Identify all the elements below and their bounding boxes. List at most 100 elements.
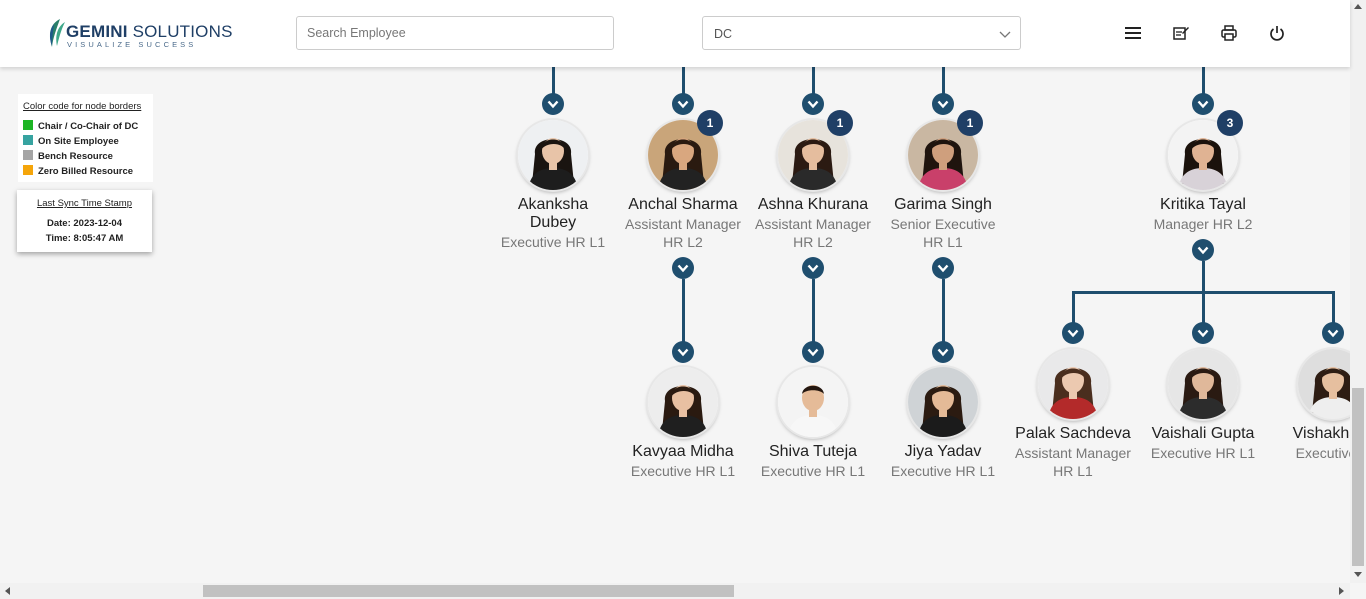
brand-tagline: VISUALIZE SUCCESS [67, 40, 197, 49]
employee-name[interactable]: Vishakha S [1268, 425, 1350, 443]
scroll-down-arrow[interactable] [1354, 572, 1362, 577]
employee-designation: Executive HR L1 [760, 463, 866, 479]
chevron-down-icon [1067, 329, 1079, 338]
employee-name[interactable]: Ashna Khurana [748, 196, 878, 214]
expand-toggle[interactable] [802, 341, 824, 363]
chevron-down-icon [1197, 329, 1209, 338]
employee-name[interactable]: Garima Singh [878, 196, 1008, 214]
expand-toggle[interactable] [932, 257, 954, 279]
expand-toggle[interactable] [1192, 239, 1214, 261]
employee-photo [908, 367, 978, 437]
employee-designation: HR L1 [1053, 463, 1093, 479]
employee-name[interactable]: Kavyaa Midha [618, 443, 748, 461]
employee-name[interactable]: Dubey [488, 214, 618, 232]
employee-photo [1298, 349, 1350, 419]
expand-toggle[interactable] [1192, 93, 1214, 115]
employee-avatar[interactable] [908, 367, 978, 437]
employee-name[interactable]: Palak Sachdeva [1008, 425, 1138, 443]
chevron-down-icon [999, 31, 1011, 38]
brand-name: GEMINI SOLUTIONS [66, 22, 233, 41]
scroll-up-arrow[interactable] [1354, 4, 1362, 9]
expand-toggle[interactable] [1062, 322, 1084, 344]
employee-designation: Executive HR L1 [630, 463, 736, 479]
chevron-down-icon [677, 100, 689, 109]
expand-toggle[interactable] [672, 341, 694, 363]
subordinate-count-badge[interactable]: 3 [1217, 110, 1243, 136]
org-chart[interactable]: Akanksha Dubey Executive HR L1 1 Anchal Shar… [0, 67, 1350, 583]
chevron-down-icon [937, 264, 949, 273]
connector-line [1071, 292, 1075, 326]
print-icon[interactable] [1220, 24, 1238, 42]
employee-designation: Executive HR L1 [500, 234, 606, 250]
employee-designation: HR L1 [923, 234, 963, 250]
expand-toggle[interactable] [932, 93, 954, 115]
expand-toggle[interactable] [542, 93, 564, 115]
edit-note-icon[interactable] [1172, 24, 1190, 42]
chevron-down-icon [807, 100, 819, 109]
expand-toggle[interactable] [802, 257, 824, 279]
employee-name[interactable]: Vaishali Gupta [1138, 425, 1268, 443]
employee-designation: HR L2 [793, 234, 833, 250]
employee-avatar[interactable] [518, 120, 588, 190]
search-employee-input[interactable] [296, 16, 614, 50]
chevron-down-icon [807, 264, 819, 273]
employee-photo [1168, 349, 1238, 419]
employee-designation: Manager HR L2 [1153, 216, 1253, 232]
connector-line [1201, 292, 1205, 326]
subordinate-count-badge[interactable]: 1 [827, 110, 853, 136]
employee-name[interactable]: Anchal Sharma [618, 196, 748, 214]
subordinate-count-badge[interactable]: 1 [697, 110, 723, 136]
chevron-down-icon [937, 348, 949, 357]
top-header: GEMINI SOLUTIONS VISUALIZE SUCCESS DC [0, 0, 1350, 67]
power-icon[interactable] [1268, 24, 1286, 42]
employee-photo [778, 367, 848, 437]
employee-avatar[interactable] [1038, 349, 1108, 419]
chevron-down-icon [1197, 100, 1209, 109]
horizontal-scroll-thumb[interactable] [203, 585, 734, 597]
dc-select-value: DC [714, 27, 733, 41]
scroll-right-arrow[interactable] [1339, 587, 1344, 595]
employee-avatar[interactable] [1168, 349, 1238, 419]
subordinate-count-badge[interactable]: 1 [957, 110, 983, 136]
employee-designation: Senior Executive [890, 216, 996, 232]
vertical-scroll-thumb[interactable] [1352, 388, 1364, 566]
chevron-down-icon [937, 100, 949, 109]
connector-line [941, 279, 945, 345]
expand-toggle[interactable] [1322, 322, 1344, 344]
chevron-down-icon [677, 348, 689, 357]
scroll-left-arrow[interactable] [5, 587, 10, 595]
employee-name[interactable]: Kritika Tayal [1138, 196, 1268, 214]
employee-photo [648, 367, 718, 437]
employee-avatar[interactable] [648, 367, 718, 437]
dc-select[interactable]: DC [702, 16, 1021, 50]
employee-name[interactable]: Shiva Tuteja [748, 443, 878, 461]
expand-toggle[interactable] [1192, 322, 1214, 344]
chevron-down-icon [547, 100, 559, 109]
expand-toggle[interactable] [672, 257, 694, 279]
chevron-down-icon [677, 264, 689, 273]
employee-designation: Executive H [1295, 445, 1350, 461]
employee-name[interactable]: Akanksha [488, 196, 618, 214]
chevron-down-icon [1327, 329, 1339, 338]
employee-designation: Assistant Manager [755, 216, 871, 232]
connector-line [1331, 292, 1335, 326]
employee-designation: Assistant Manager [625, 216, 741, 232]
leaf-logo-icon [49, 19, 65, 47]
expand-toggle[interactable] [802, 93, 824, 115]
expand-toggle[interactable] [932, 341, 954, 363]
employee-photo [518, 120, 588, 190]
employee-name[interactable]: Jiya Yadav [878, 443, 1008, 461]
employee-avatar[interactable] [1298, 349, 1350, 419]
chevron-down-icon [1197, 246, 1209, 255]
connector-line [811, 279, 815, 345]
employee-avatar[interactable] [778, 367, 848, 437]
employee-photo [1038, 349, 1108, 419]
expand-toggle[interactable] [672, 93, 694, 115]
employee-designation: Executive HR L1 [890, 463, 996, 479]
gemini-solutions-logo[interactable]: GEMINI SOLUTIONS VISUALIZE SUCCESS [46, 16, 232, 52]
employee-designation: Assistant Manager [1015, 445, 1131, 461]
menu-icon[interactable] [1124, 24, 1142, 42]
chevron-down-icon [807, 348, 819, 357]
employee-designation: Executive HR L1 [1150, 445, 1256, 461]
employee-designation: HR L2 [663, 234, 703, 250]
